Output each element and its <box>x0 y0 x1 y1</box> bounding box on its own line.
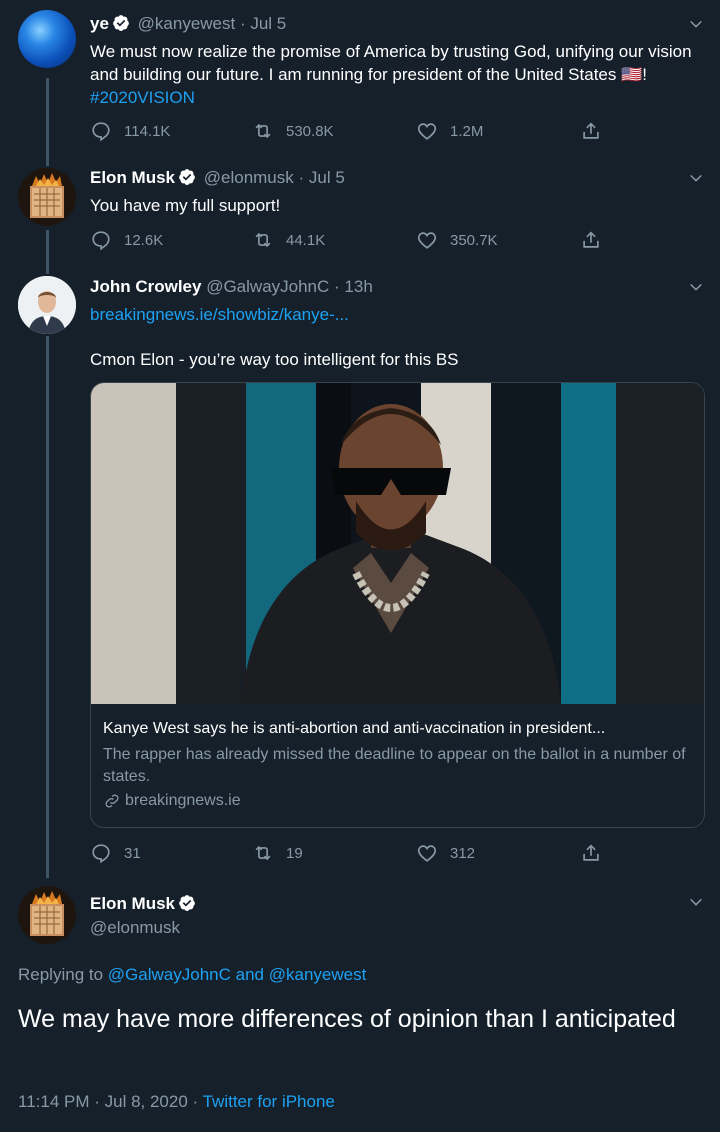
display-name[interactable]: John Crowley <box>90 277 201 296</box>
display-name[interactable]: Elon Musk <box>90 894 175 913</box>
user-handle[interactable]: @kanyewest <box>138 14 236 33</box>
avatar[interactable] <box>18 168 76 226</box>
retweet-count: 19 <box>286 844 303 862</box>
reply-icon <box>92 844 110 864</box>
verified-icon <box>112 14 130 37</box>
verified-icon <box>178 168 196 191</box>
reply-button[interactable]: 12.6K <box>90 228 163 252</box>
share-button[interactable] <box>580 841 602 865</box>
tweet-header: John Crowley @GalwayJohnC · 13h <box>90 277 373 297</box>
card-image <box>91 383 704 704</box>
mention-link[interactable]: @kanyewest <box>269 965 367 984</box>
main-tweet-text: We may have more differences of opinion … <box>18 1005 676 1033</box>
like-count: 1.2M <box>450 122 484 140</box>
like-icon <box>417 123 437 140</box>
like-button[interactable]: 312 <box>416 841 475 865</box>
link-card[interactable]: Kanye West says he is anti-abortion and … <box>90 382 705 828</box>
tweet-text: We must now realize the promise of Ameri… <box>90 42 692 107</box>
display-name[interactable]: ye <box>90 14 109 33</box>
tweet-meta: 11:14 PM · Jul 8, 2020 · Twitter for iPh… <box>18 1092 335 1112</box>
thread-line <box>46 230 49 274</box>
thread-line <box>46 336 49 878</box>
like-count: 312 <box>450 844 476 862</box>
retweet-icon <box>255 123 271 139</box>
share-icon <box>583 844 599 861</box>
tweet-header: Elon Musk <box>90 894 199 917</box>
retweet-icon <box>255 232 271 248</box>
card-description: The rapper has already missed the deadli… <box>103 746 686 785</box>
display-name[interactable]: Elon Musk <box>90 168 175 187</box>
share-button[interactable] <box>580 119 602 143</box>
avatar[interactable] <box>18 10 76 68</box>
retweet-button[interactable]: 44.1K <box>252 228 325 252</box>
avatar-image <box>18 276 76 334</box>
like-button[interactable]: 350.7K <box>416 228 498 252</box>
tweet-text: You have my full support! <box>90 196 281 215</box>
reply-button[interactable]: 114.1K <box>90 119 170 143</box>
retweet-count: 44.1K <box>286 231 326 249</box>
flag-emoji: 🇺🇸 <box>621 65 643 84</box>
tweet-header: Elon Musk @elonmusk · Jul 5 <box>90 168 345 191</box>
tweet-time[interactable]: · Jul 5 <box>299 168 345 187</box>
share-icon <box>583 231 599 248</box>
replying-to: Replying to @GalwayJohnC and @kanyewest <box>18 965 367 984</box>
avatar[interactable] <box>18 276 76 334</box>
chevron-down-icon[interactable] <box>688 16 704 32</box>
hashtag-link[interactable]: #2020VISION <box>90 88 195 107</box>
reply-icon <box>92 122 110 142</box>
retweet-button[interactable]: 19 <box>252 841 303 865</box>
like-icon <box>417 845 437 862</box>
retweet-button[interactable]: 530.8K <box>252 119 334 143</box>
user-handle[interactable]: @elonmusk <box>204 168 294 187</box>
card-title: Kanye West says he is anti-abortion and … <box>103 720 606 737</box>
share-icon <box>583 122 599 139</box>
avatar[interactable] <box>18 886 76 944</box>
card-domain: breakingnews.ie <box>103 792 241 810</box>
reply-icon <box>92 231 110 251</box>
thread-line <box>46 78 49 166</box>
verified-icon <box>178 894 196 917</box>
like-count: 350.7K <box>450 231 498 249</box>
tweet-actions: 12.6K 44.1K 350.7K <box>90 228 620 252</box>
tweet-link[interactable]: breakingnews.ie/showbiz/kanye-... <box>90 303 706 326</box>
avatar-image <box>18 168 76 226</box>
tweet-time[interactable]: · 13h <box>334 277 373 296</box>
chevron-down-icon[interactable] <box>688 170 704 186</box>
retweet-count: 530.8K <box>286 122 334 140</box>
reply-button[interactable]: 31 <box>90 841 141 865</box>
avatar-image <box>18 886 76 944</box>
client-link[interactable]: Twitter for iPhone <box>203 1092 335 1111</box>
reply-count: 31 <box>124 844 141 862</box>
tweet-actions: 31 19 312 <box>90 841 620 865</box>
reply-count: 114.1K <box>124 122 171 140</box>
chevron-down-icon[interactable] <box>688 894 704 910</box>
chevron-down-icon[interactable] <box>688 279 704 295</box>
tweet-time[interactable]: · Jul 5 <box>240 14 286 33</box>
link-icon <box>105 794 119 808</box>
user-handle[interactable]: @elonmusk <box>90 918 180 938</box>
retweet-icon <box>255 845 271 861</box>
tweet-header: ye @kanyewest · Jul 5 <box>90 14 286 37</box>
like-icon <box>417 232 437 249</box>
tweet-text: Cmon Elon - you’re way too intelligent f… <box>90 350 459 369</box>
tweet-actions: 114.1K 530.8K 1.2M <box>90 119 620 143</box>
reply-count: 12.6K <box>124 231 164 249</box>
mention-link[interactable]: @GalwayJohnC <box>108 965 231 984</box>
share-button[interactable] <box>580 228 602 252</box>
user-handle[interactable]: @GalwayJohnC <box>206 277 329 296</box>
tweet-timestamp[interactable]: 11:14 PM · Jul 8, 2020 · <box>18 1092 198 1111</box>
like-button[interactable]: 1.2M <box>416 119 483 143</box>
